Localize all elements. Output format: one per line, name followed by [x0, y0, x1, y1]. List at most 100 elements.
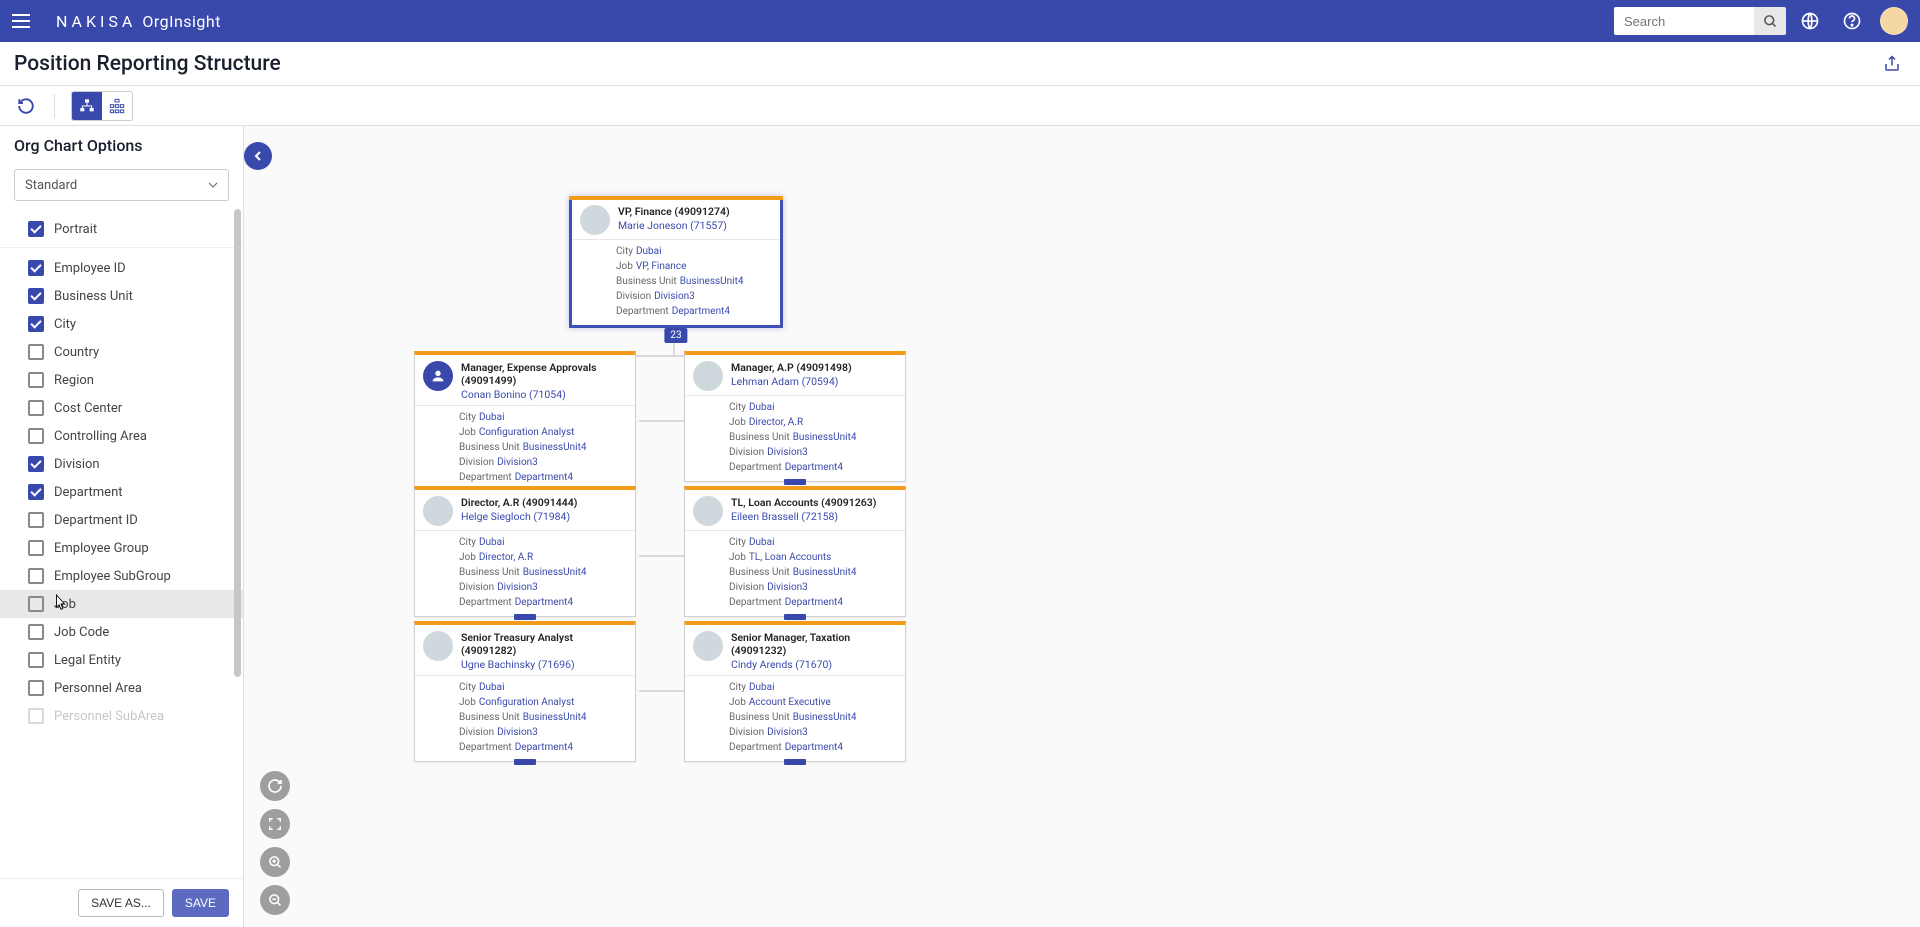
- canvas-controls: [260, 771, 290, 915]
- user-avatar[interactable]: [1880, 7, 1908, 35]
- refresh-icon[interactable]: [14, 94, 38, 118]
- fullscreen-button[interactable]: [260, 809, 290, 839]
- template-select[interactable]: Standard: [14, 169, 229, 201]
- org-canvas[interactable]: VP, Finance (49091274)Marie Joneson (715…: [244, 126, 1920, 927]
- expand-handle[interactable]: [784, 614, 806, 620]
- options-list[interactable]: Portrait Employee ID Business Unit City Coun…: [0, 209, 243, 878]
- org-card[interactable]: Director, A.R (49091444)Helge Siegloch (…: [414, 486, 636, 617]
- org-card[interactable]: Manager, Expense Approvals (49091499)Con…: [414, 351, 636, 492]
- child-count-badge[interactable]: 23: [664, 328, 687, 343]
- option-business-unit[interactable]: Business Unit: [0, 282, 243, 310]
- field-label: Job: [729, 550, 746, 565]
- search-button[interactable]: [1754, 7, 1786, 35]
- option-department[interactable]: Department: [0, 478, 243, 506]
- option-personnel-area[interactable]: Personnel Area: [0, 674, 243, 702]
- field-label: Job: [459, 695, 476, 710]
- field-value: TL, Loan Accounts: [749, 550, 832, 565]
- field-label: Division: [729, 445, 764, 460]
- option-label: Department ID: [54, 513, 138, 528]
- reset-view-button[interactable]: [260, 771, 290, 801]
- field-value: Dubai: [479, 535, 505, 550]
- checkbox[interactable]: [28, 344, 44, 360]
- checkbox[interactable]: [28, 680, 44, 696]
- option-job[interactable]: Job: [0, 590, 243, 618]
- checkbox[interactable]: [28, 400, 44, 416]
- card-employee: Helge Siegloch (71984): [461, 510, 627, 523]
- field-value: Director, A.R: [479, 550, 533, 565]
- save-as-button[interactable]: SAVE AS...: [78, 889, 164, 917]
- zoom-out-button[interactable]: [260, 885, 290, 915]
- checkbox[interactable]: [28, 316, 44, 332]
- option-label: Controlling Area: [54, 429, 147, 444]
- expand-handle[interactable]: [514, 614, 536, 620]
- app-header: NAKISA OrgInsight: [0, 0, 1920, 42]
- option-portrait[interactable]: Portrait: [0, 215, 243, 248]
- option-employee-group[interactable]: Employee Group: [0, 534, 243, 562]
- card-avatar: [423, 631, 453, 661]
- org-card-root[interactable]: VP, Finance (49091274)Marie Joneson (715…: [569, 196, 783, 328]
- option-legal-entity[interactable]: Legal Entity: [0, 646, 243, 674]
- checkbox[interactable]: [28, 568, 44, 584]
- org-card[interactable]: Senior Manager, Taxation (49091232)Cindy…: [684, 621, 906, 762]
- expand-handle[interactable]: [784, 759, 806, 765]
- card-employee: Conan Bonino (71054): [461, 388, 627, 401]
- option-label: Country: [54, 345, 99, 360]
- option-employee-id[interactable]: Employee ID: [0, 254, 243, 282]
- checkbox[interactable]: [28, 512, 44, 528]
- checkbox[interactable]: [28, 260, 44, 276]
- collapse-sidebar-button[interactable]: [244, 142, 272, 170]
- language-icon[interactable]: [1792, 3, 1828, 39]
- checkbox[interactable]: [28, 708, 44, 724]
- option-personnel-subarea[interactable]: Personnel SubArea: [0, 702, 243, 730]
- option-employee-subgroup[interactable]: Employee SubGroup: [0, 562, 243, 590]
- org-card[interactable]: Senior Treasury Analyst (49091282)Ugne B…: [414, 621, 636, 762]
- option-cost-center[interactable]: Cost Center: [0, 394, 243, 422]
- field-value: BusinessUnit4: [793, 430, 857, 445]
- share-icon[interactable]: [1878, 50, 1906, 78]
- field-label: Division: [459, 455, 494, 470]
- option-city[interactable]: City: [0, 310, 243, 338]
- field-value: BusinessUnit4: [680, 274, 744, 289]
- option-department-id[interactable]: Department ID: [0, 506, 243, 534]
- field-label: Department: [729, 740, 782, 755]
- field-value: BusinessUnit4: [523, 710, 587, 725]
- scrollbar[interactable]: [234, 209, 241, 677]
- expand-handle[interactable]: [784, 479, 806, 485]
- search-input[interactable]: [1614, 7, 1754, 35]
- option-label: Business Unit: [54, 289, 133, 304]
- checkbox[interactable]: [28, 596, 44, 612]
- save-button[interactable]: SAVE: [172, 889, 229, 917]
- checkbox[interactable]: [28, 624, 44, 640]
- menu-icon[interactable]: [12, 9, 36, 33]
- checkbox[interactable]: [28, 484, 44, 500]
- option-controlling-area[interactable]: Controlling Area: [0, 422, 243, 450]
- help-icon[interactable]: [1834, 3, 1870, 39]
- option-country[interactable]: Country: [0, 338, 243, 366]
- field-value: BusinessUnit4: [523, 565, 587, 580]
- option-label: Legal Entity: [54, 653, 121, 668]
- card-employee: Lehman Adam (70594): [731, 375, 897, 388]
- option-region[interactable]: Region: [0, 366, 243, 394]
- field-value: Configuration Analyst: [479, 695, 575, 710]
- field-value: Division3: [767, 725, 808, 740]
- zoom-in-button[interactable]: [260, 847, 290, 877]
- field-label: Division: [459, 580, 494, 595]
- field-value: Department4: [785, 595, 843, 610]
- checkbox[interactable]: [28, 652, 44, 668]
- checkbox[interactable]: [28, 221, 44, 237]
- option-job-code[interactable]: Job Code: [0, 618, 243, 646]
- org-card[interactable]: TL, Loan Accounts (49091263)Eileen Brass…: [684, 486, 906, 617]
- org-card[interactable]: Manager, A.P (49091498)Lehman Adam (7059…: [684, 351, 906, 482]
- checkbox[interactable]: [28, 540, 44, 556]
- view-hierarchy-button[interactable]: [72, 92, 102, 120]
- field-value: Dubai: [479, 680, 505, 695]
- expand-handle[interactable]: [514, 759, 536, 765]
- checkbox[interactable]: [28, 372, 44, 388]
- checkbox[interactable]: [28, 288, 44, 304]
- checkbox[interactable]: [28, 428, 44, 444]
- option-division[interactable]: Division: [0, 450, 243, 478]
- page-title: Position Reporting Structure: [14, 52, 1878, 76]
- card-avatar: [693, 631, 723, 661]
- checkbox[interactable]: [28, 456, 44, 472]
- view-grid-button[interactable]: [102, 92, 132, 120]
